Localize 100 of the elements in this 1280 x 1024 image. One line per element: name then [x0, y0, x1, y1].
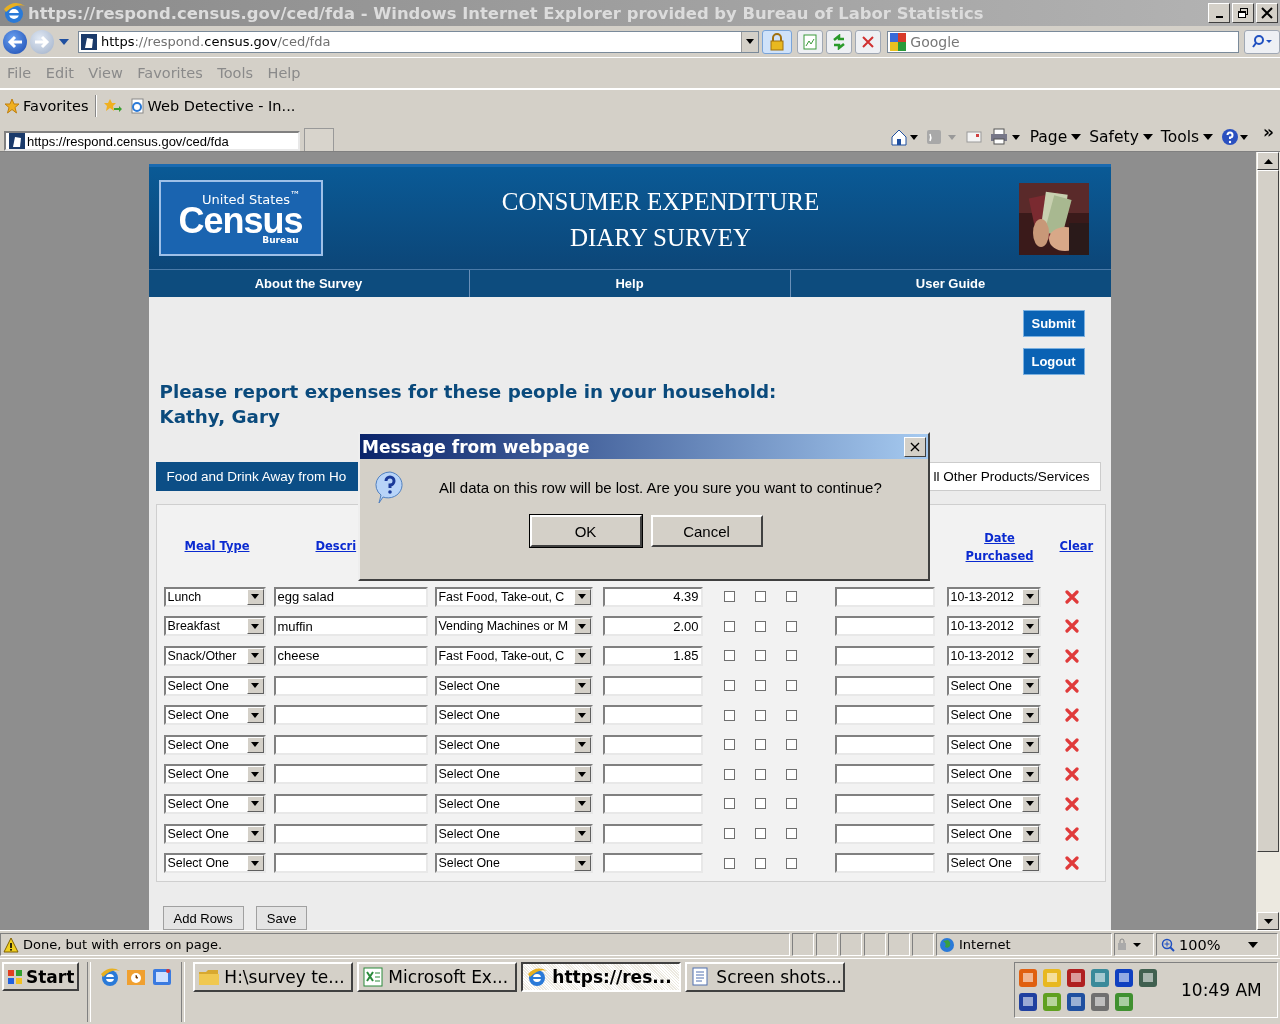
description-field[interactable]: [273, 705, 428, 726]
checkbox[interactable]: [723, 739, 735, 751]
category-select[interactable]: Fast Food, Take-out, C: [434, 586, 593, 607]
clear-row-icon[interactable]: [1064, 678, 1079, 693]
date-select[interactable]: 10-13-2012: [946, 646, 1041, 666]
checkbox[interactable]: [754, 680, 766, 692]
date-select[interactable]: Select One: [946, 764, 1041, 785]
clear-row-icon[interactable]: [1064, 619, 1079, 634]
command-menu[interactable]: Tools: [1160, 127, 1213, 146]
date-select[interactable]: Select One: [946, 675, 1041, 696]
clear-row-icon[interactable]: [1064, 796, 1079, 811]
date-select[interactable]: Select One: [946, 705, 1041, 726]
meal-type-select[interactable]: Select One: [163, 764, 266, 785]
home-button[interactable]: [889, 127, 918, 146]
close-button[interactable]: [1256, 3, 1278, 23]
date-select[interactable]: Select One: [946, 793, 1041, 814]
nav-link[interactable]: Help: [469, 270, 791, 297]
column-header-link[interactable]: Date Purchased: [964, 529, 1035, 565]
action-button[interactable]: Submit: [1022, 310, 1085, 337]
date-select[interactable]: 10-13-2012: [946, 616, 1041, 637]
clear-row-icon[interactable]: [1064, 737, 1079, 752]
clear-row-icon[interactable]: [1064, 826, 1079, 841]
desktop-icon[interactable]: [151, 966, 174, 988]
meal-type-select[interactable]: Select One: [163, 734, 266, 755]
clear-row-icon[interactable]: [1064, 708, 1079, 723]
text-field[interactable]: [834, 764, 935, 785]
checkbox[interactable]: [785, 620, 797, 632]
nav-link[interactable]: About the Survey: [148, 270, 470, 297]
text-field[interactable]: [834, 734, 935, 755]
checkbox[interactable]: [754, 620, 766, 632]
description-field[interactable]: cheese: [273, 646, 428, 666]
meal-type-select[interactable]: Select One: [163, 675, 266, 696]
taskbar-button[interactable]: H:\survey te...: [193, 962, 354, 992]
checkbox[interactable]: [754, 591, 766, 603]
taskbar-button[interactable]: https://res...: [521, 962, 682, 992]
browser-tab[interactable]: https://respond.census.gov/ced/fda: [4, 131, 300, 151]
checkbox[interactable]: [754, 739, 766, 751]
checkbox[interactable]: [754, 857, 766, 869]
checkbox[interactable]: [785, 798, 797, 810]
stop-button[interactable]: [855, 29, 882, 54]
text-field[interactable]: [834, 793, 935, 814]
favorites-button[interactable]: Favorites: [4, 98, 89, 114]
restore-button[interactable]: [1232, 3, 1254, 23]
checkbox[interactable]: [754, 828, 766, 840]
column-header-link[interactable]: Clear: [1059, 537, 1094, 555]
description-field[interactable]: [273, 675, 428, 696]
clear-row-icon[interactable]: [1064, 767, 1079, 782]
close-button[interactable]: ×: [904, 436, 926, 457]
checkbox[interactable]: [723, 709, 735, 721]
clear-row-icon[interactable]: [1064, 649, 1079, 663]
checkbox[interactable]: [785, 828, 797, 840]
checkbox[interactable]: [785, 768, 797, 780]
command-menu[interactable]: Page: [1029, 127, 1082, 146]
checkbox[interactable]: [754, 768, 766, 780]
meal-type-select[interactable]: Select One: [163, 853, 266, 874]
back-button[interactable]: [3, 29, 27, 54]
browser-launch-icon[interactable]: [99, 966, 122, 988]
meal-type-select[interactable]: Select One: [163, 823, 266, 844]
amount-field[interactable]: [602, 675, 703, 696]
checkbox[interactable]: [754, 650, 766, 662]
amount-field[interactable]: [602, 734, 703, 755]
amount-field[interactable]: [602, 764, 703, 785]
text-field[interactable]: [834, 586, 935, 607]
action-button[interactable]: Logout: [1022, 348, 1085, 375]
meal-type-select[interactable]: Snack/Other: [163, 646, 266, 666]
checkbox[interactable]: [723, 650, 735, 662]
date-select[interactable]: Select One: [946, 853, 1041, 874]
amount-field[interactable]: 1.85: [602, 646, 703, 666]
column-header-link[interactable]: Descri: [315, 537, 357, 555]
checkbox[interactable]: [785, 591, 797, 603]
checkbox[interactable]: [754, 798, 766, 810]
search-field[interactable]: Google: [887, 30, 1240, 53]
lock-button[interactable]: [762, 29, 793, 54]
taskbar-button[interactable]: Screen shots...: [685, 962, 846, 992]
favorite-link[interactable]: Web Detective - In...: [128, 98, 296, 114]
description-field[interactable]: [273, 823, 428, 844]
date-select[interactable]: Select One: [946, 734, 1041, 755]
category-select[interactable]: Select One: [434, 764, 593, 785]
caret-icon[interactable]: [58, 38, 69, 45]
description-field[interactable]: [273, 734, 428, 755]
add-favorite-icon[interactable]: [102, 98, 123, 114]
clear-row-icon[interactable]: [1064, 856, 1079, 871]
checkbox[interactable]: [723, 798, 735, 810]
description-field[interactable]: [273, 764, 428, 785]
compatibility-view-button[interactable]: [797, 29, 824, 54]
date-select[interactable]: Select One: [946, 823, 1041, 844]
checkbox[interactable]: [723, 857, 735, 869]
checkbox[interactable]: [785, 857, 797, 869]
category-select[interactable]: Vending Machines or M: [434, 616, 593, 637]
amount-field[interactable]: [602, 853, 703, 874]
help-button[interactable]: [1221, 127, 1249, 146]
checkbox[interactable]: [723, 828, 735, 840]
description-field[interactable]: [273, 793, 428, 814]
form-button[interactable]: Save: [255, 906, 308, 930]
text-field[interactable]: [834, 853, 935, 874]
checkbox[interactable]: [723, 620, 735, 632]
category-select[interactable]: Select One: [434, 793, 593, 814]
text-field[interactable]: [834, 616, 935, 637]
zoom-button[interactable]: 100%: [1156, 933, 1278, 956]
category-select[interactable]: Select One: [434, 675, 593, 696]
